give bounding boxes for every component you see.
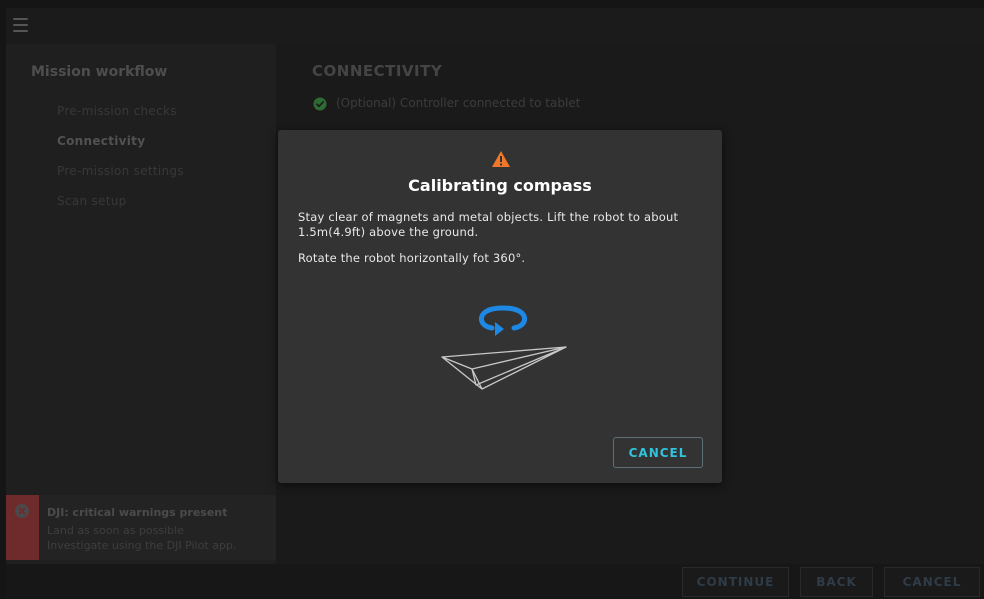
sidebar-item-pre-mission-checks[interactable]: Pre-mission checks [57,104,177,118]
warning-title: DJI: critical warnings present [47,506,228,519]
error-circle-icon [15,504,29,518]
rotate-icon [478,305,528,336]
warning-triangle-icon [492,151,510,167]
warning-line-1: Land as soon as possible [47,524,184,537]
dialog-title: Calibrating compass [408,176,592,195]
controller-check-label: (Optional) Controller connected to table… [336,96,581,110]
bottom-bar: CONTINUE BACK CANCEL [6,564,984,599]
top-bar [6,8,984,44]
critical-warning-panel: DJI: critical warnings present Land as s… [6,495,276,560]
dialog-instruction-1: Stay clear of magnets and metal objects.… [298,210,679,239]
sidebar-item-scan-setup[interactable]: Scan setup [57,194,127,208]
warning-line-2: Investigate using the DJI Pilot app. [47,539,237,552]
continue-button[interactable]: CONTINUE [682,567,789,597]
menu-icon[interactable] [13,18,28,32]
warning-strip [6,495,39,560]
paper-plane-icon [441,346,567,390]
sidebar-item-pre-mission-settings[interactable]: Pre-mission settings [57,164,184,178]
sidebar-title: Mission workflow [31,64,168,80]
sidebar: Mission workflow Pre-mission checks Conn… [6,44,276,564]
calibrating-compass-dialog: Calibrating compass Stay clear of magnet… [278,130,722,483]
back-button[interactable]: BACK [800,567,873,597]
check-circle-icon [313,97,327,111]
dialog-instruction-2: Rotate the robot horizontally fot 360°. [298,251,526,265]
dialog-cancel-button[interactable]: CANCEL [613,437,703,468]
sidebar-item-connectivity[interactable]: Connectivity [57,134,145,148]
page-title: CONNECTIVITY [312,62,443,80]
cancel-bottom-button[interactable]: CANCEL [884,567,980,597]
